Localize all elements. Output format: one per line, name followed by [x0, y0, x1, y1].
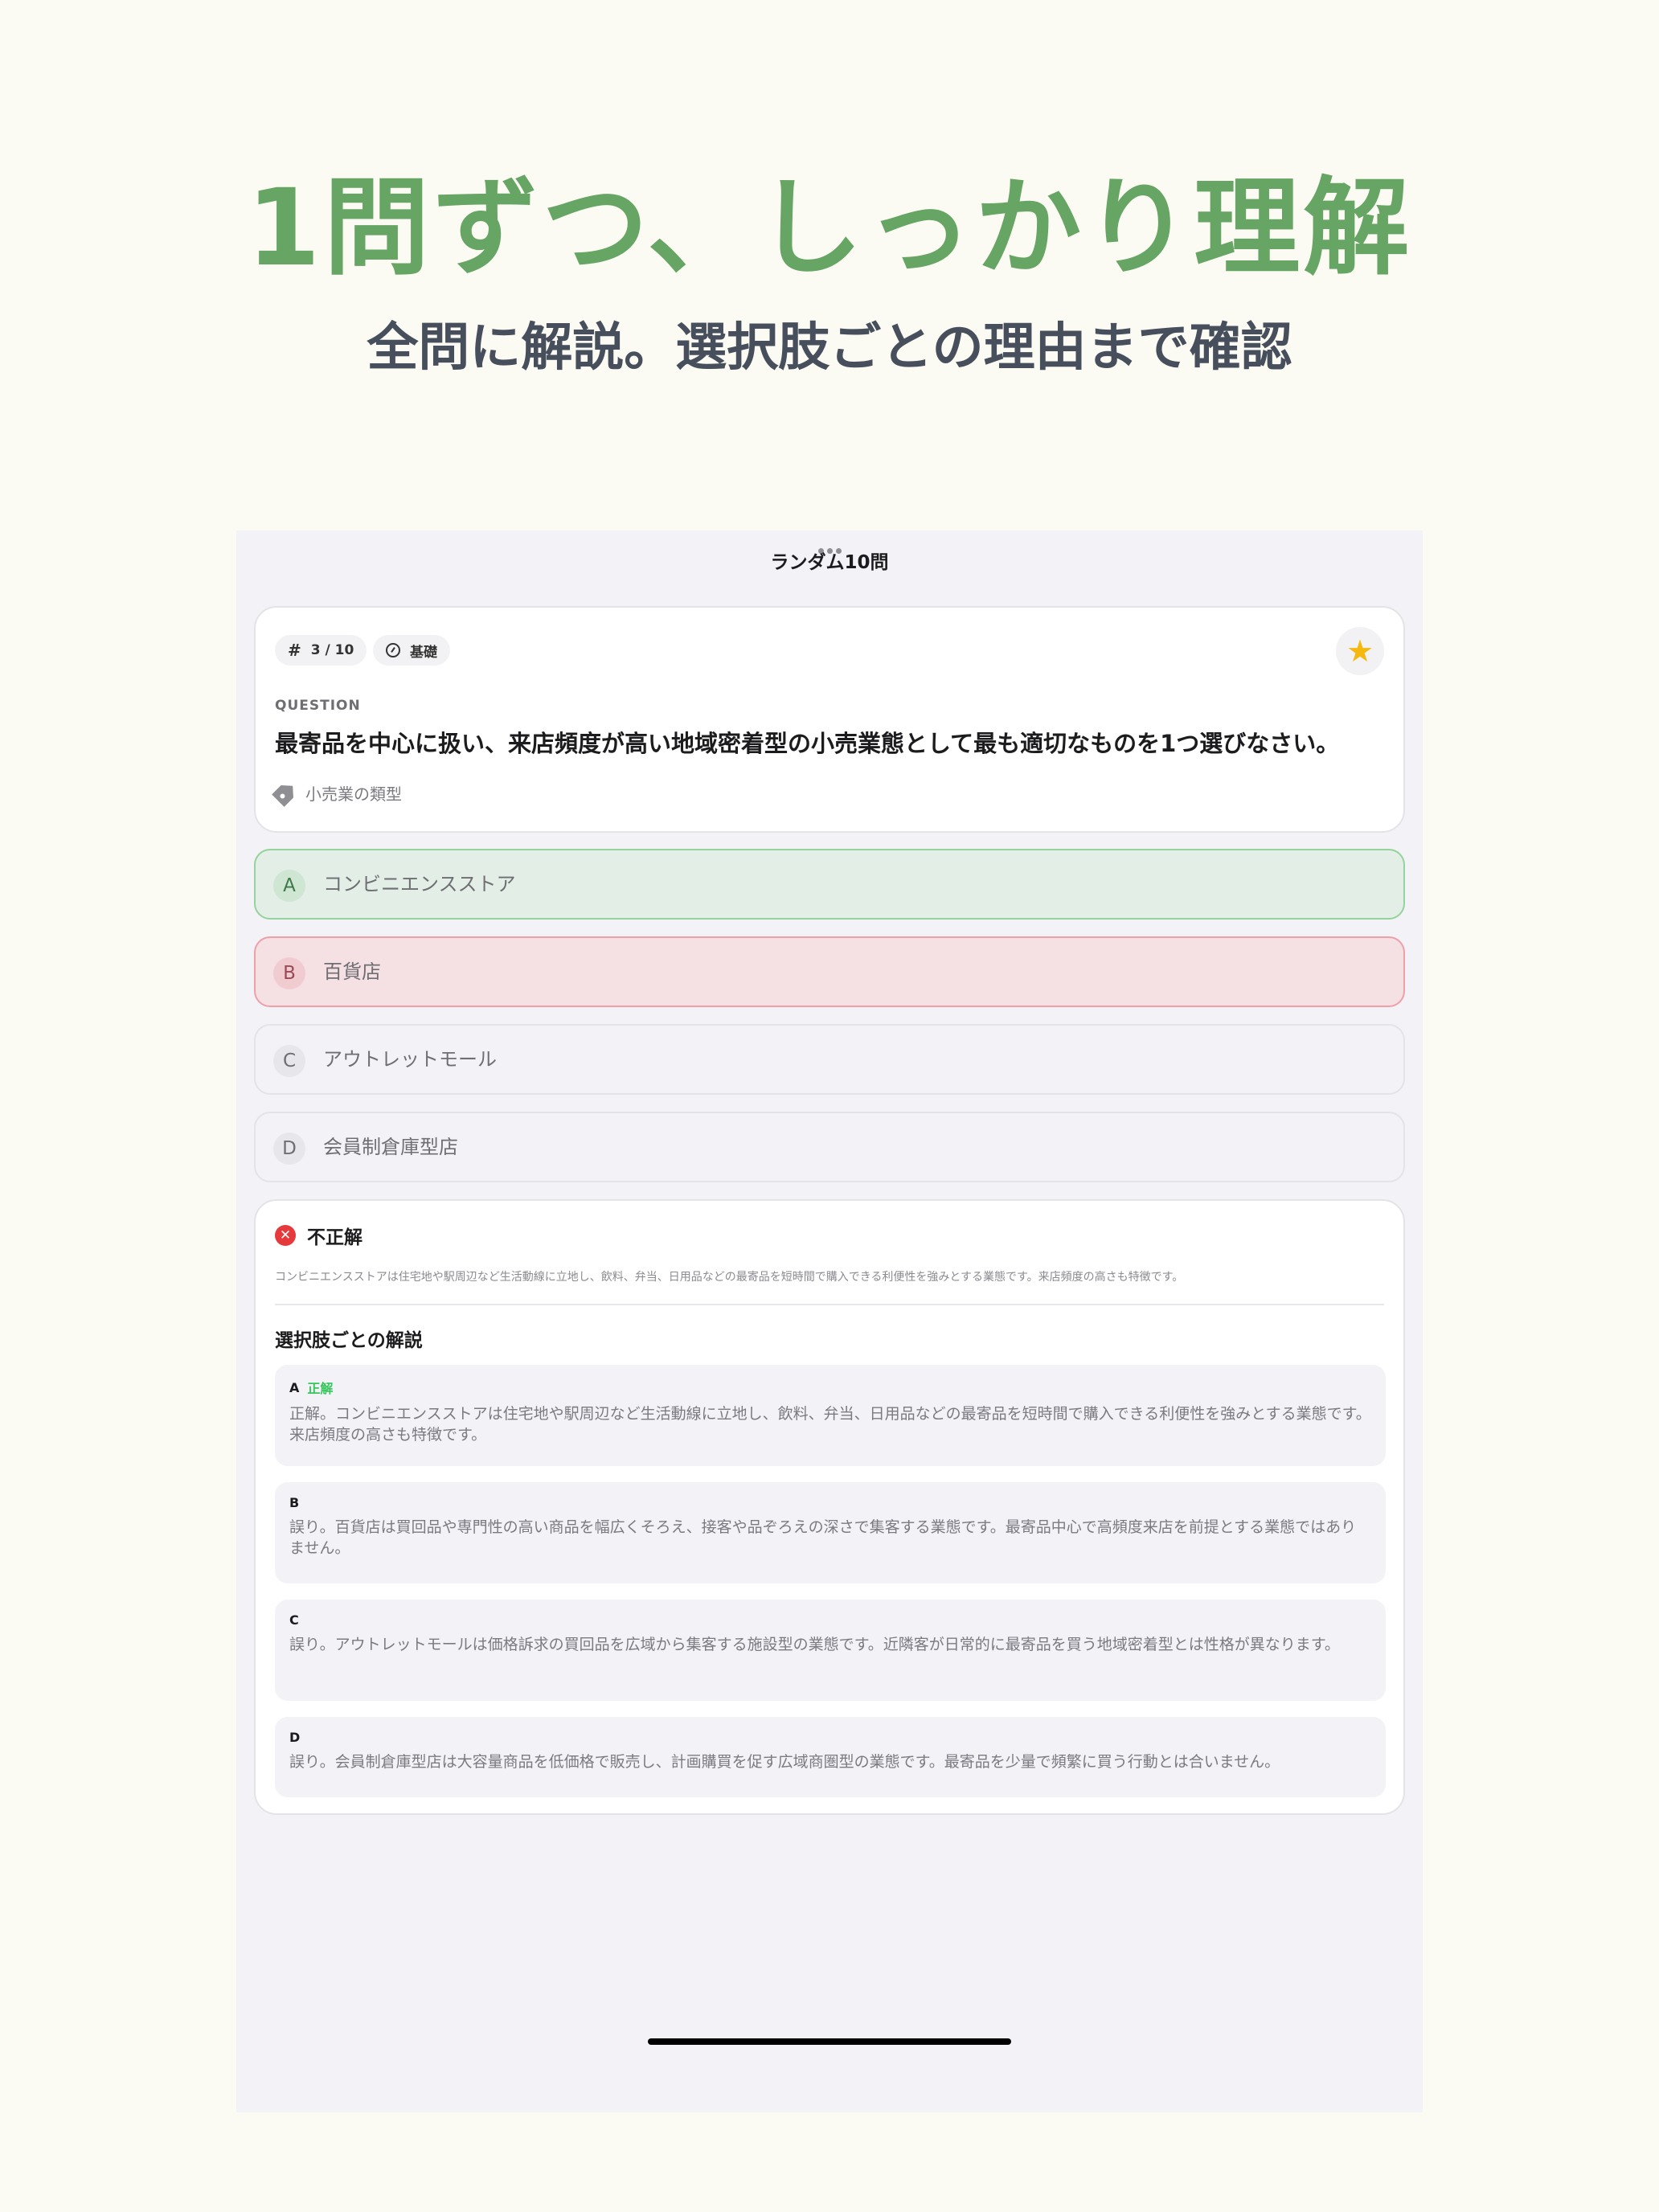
per-choice-heading: 選択肢ごとの解説 [275, 1330, 423, 1351]
level-pill: 基礎 [373, 635, 450, 666]
explanation-summary: コンビニエンスストアは住宅地や駅周辺など生活動線に立地し、飲料、弁当、日用品など… [275, 1271, 1184, 1284]
explanation-card: ✕ 不正解 コンビニエンスストアは住宅地や駅周辺など生活動線に立地し、飲料、弁当… [254, 1199, 1405, 1815]
option-text: コンビニエンスストア [323, 872, 516, 895]
favorite-button[interactable]: ★ [1336, 627, 1384, 675]
option-b[interactable]: B 百貨店 [254, 936, 1405, 1007]
option-letter: C [273, 1045, 305, 1077]
option-text: 会員制倉庫型店 [323, 1135, 458, 1158]
divider [275, 1304, 1384, 1305]
choice-explanation-text: 誤り。会員制倉庫型店は大容量商品を低価格で販売し、計画購買を促す広域商圏型の業態… [289, 1753, 1280, 1771]
choice-explanation-b: B 誤り。百貨店は買回品や専門性の高い商品を幅広くそろえ、接客や品ぞろえの深さで… [275, 1482, 1386, 1583]
question-card: # 3 / 10 基礎 ★ QUESTION 最寄品を中心に扱い、来店頻度が高い… [254, 606, 1405, 833]
choice-letter: A [289, 1379, 300, 1395]
question-tag: 小売業の類型 [275, 781, 402, 805]
choice-explanation-text: 誤り。百貨店は買回品や専門性の高い商品を幅広くそろえ、接客や品ぞろえの深さで集客… [289, 1518, 1357, 1557]
choice-explanation-c: C 誤り。アウトレットモールは価格訴求の買回品を広域から集客する施設型の業態です… [275, 1600, 1386, 1701]
option-text: 百貨店 [323, 960, 381, 983]
choice-letter: B [289, 1495, 300, 1510]
option-d[interactable]: D 会員制倉庫型店 [254, 1112, 1405, 1182]
choice-letter: D [289, 1730, 301, 1745]
choice-explanation-a: A 正解 正解。コンビニエンスストアは住宅地や駅周辺など生活動線に立地し、飲料、… [275, 1365, 1386, 1466]
option-a[interactable]: A コンビニエンスストア [254, 849, 1405, 920]
option-letter: D [273, 1133, 305, 1165]
app-screen: ランダム10問 # 3 / 10 基礎 ★ QUESTION 最寄品を中心に扱い… [236, 530, 1423, 2112]
tag-label: 小売業の類型 [305, 784, 402, 804]
nav-title: ランダム10問 [770, 552, 889, 573]
choice-explanation-text: 正解。コンビニエンスストアは住宅地や駅周辺など生活動線に立地し、飲料、弁当、日用… [289, 1405, 1371, 1444]
hero-title: 1問ずつ、しっかり理解 [246, 166, 1413, 290]
gauge-icon [386, 643, 400, 657]
option-letter: B [273, 957, 305, 989]
option-letter: A [273, 870, 305, 902]
tag-icon [272, 780, 299, 807]
level-label: 基礎 [410, 644, 437, 661]
home-indicator[interactable] [648, 2038, 1011, 2045]
choice-explanation-text: 誤り。アウトレットモールは価格訴求の買回品を広域から集客する施設型の業態です。近… [289, 1636, 1340, 1653]
choice-explanation-d: D 誤り。会員制倉庫型店は大容量商品を低価格で販売し、計画購買を促す広域商圏型の… [275, 1717, 1386, 1797]
question-number: 3 / 10 [310, 642, 354, 658]
hero-subtitle: 全問に解説。選択肢ごとの理由まで確認 [367, 318, 1292, 378]
question-label: QUESTION [275, 698, 361, 714]
option-text: アウトレットモール [323, 1047, 497, 1071]
hash-icon: # [288, 641, 301, 660]
correct-badge: 正解 [307, 1381, 334, 1396]
question-text: 最寄品を中心に扱い、来店頻度が高い地域密着型の小売業態として最も適切なものを1つ… [275, 730, 1340, 757]
result-label: 不正解 [307, 1227, 363, 1248]
star-icon: ★ [1346, 633, 1374, 669]
choice-letter: C [289, 1612, 299, 1628]
x-circle-icon: ✕ [275, 1225, 296, 1246]
option-c[interactable]: C アウトレットモール [254, 1024, 1405, 1095]
result-row: ✕ 不正解 [275, 1222, 363, 1249]
question-number-pill: # 3 / 10 [275, 635, 367, 666]
